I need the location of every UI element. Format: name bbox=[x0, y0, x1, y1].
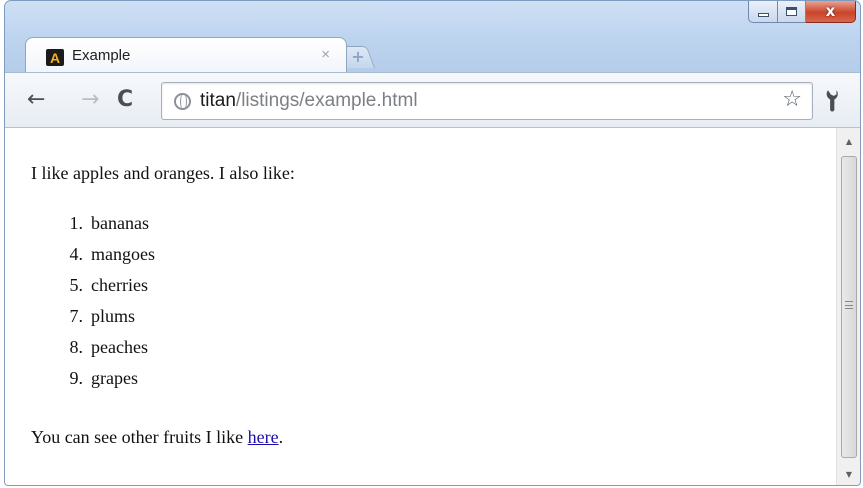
list-number: 1. bbox=[69, 213, 84, 233]
list-item: 1. bananas bbox=[31, 213, 155, 244]
browser-window: x + A Example × ← → C titan/listings/exa… bbox=[4, 0, 861, 486]
list-label: cherries bbox=[91, 275, 148, 295]
minimize-button[interactable] bbox=[748, 1, 778, 23]
close-icon: x bbox=[825, 2, 836, 20]
url-text[interactable]: titan/listings/example.html bbox=[200, 90, 418, 112]
page-content: I like apples and oranges. I also like: … bbox=[5, 128, 836, 485]
browser-toolbar: ← → C titan/listings/example.html ☆ bbox=[5, 72, 860, 128]
tab-title: Example bbox=[72, 47, 131, 64]
plus-icon: + bbox=[351, 46, 365, 66]
tab-close-icon[interactable]: × bbox=[321, 46, 330, 63]
list-label: mangoes bbox=[91, 244, 155, 264]
list-item: 4. mangoes bbox=[31, 244, 155, 275]
here-link[interactable]: here bbox=[248, 427, 279, 447]
list-number: 7. bbox=[69, 306, 84, 326]
grip-icon bbox=[845, 301, 853, 309]
forward-button[interactable]: → bbox=[81, 89, 99, 111]
list-label: grapes bbox=[91, 368, 138, 388]
list-item: 7. plums bbox=[31, 306, 155, 337]
list-label: bananas bbox=[91, 213, 149, 233]
url-path: /listings/example.html bbox=[235, 90, 418, 111]
list-number: 4. bbox=[69, 244, 84, 264]
list-item: 9. grapes bbox=[31, 368, 155, 399]
minimize-icon bbox=[757, 12, 769, 17]
list-item: 8. peaches bbox=[31, 337, 155, 368]
scroll-down-arrow-icon[interactable]: ▼ bbox=[837, 465, 860, 483]
fruit-list: 1. bananas 4. mangoes 5. cherries 7. plu… bbox=[31, 213, 155, 399]
outro-suffix: . bbox=[278, 427, 284, 447]
globe-icon bbox=[174, 93, 191, 110]
bookmark-star-icon[interactable]: ☆ bbox=[782, 89, 802, 111]
list-item: 5. cherries bbox=[31, 275, 155, 306]
list-number: 9. bbox=[69, 368, 84, 388]
list-label: plums bbox=[91, 306, 136, 326]
favicon-icon: A bbox=[46, 49, 64, 66]
scrollbar-thumb[interactable] bbox=[841, 156, 857, 458]
address-bar[interactable]: titan/listings/example.html ☆ bbox=[161, 82, 813, 120]
maximize-button[interactable] bbox=[778, 1, 806, 23]
list-number: 8. bbox=[69, 337, 84, 357]
vertical-scrollbar[interactable]: ▲ ▼ bbox=[836, 128, 860, 485]
outro-prefix: You can see other fruits I like bbox=[31, 427, 248, 447]
intro-text: I like apples and oranges. I also like: bbox=[31, 163, 295, 183]
close-window-button[interactable]: x bbox=[806, 1, 856, 23]
list-number: 5. bbox=[69, 275, 84, 295]
scroll-up-arrow-icon[interactable]: ▲ bbox=[837, 132, 860, 150]
window-controls: x bbox=[748, 1, 856, 23]
favicon-letter: A bbox=[49, 49, 61, 66]
wrench-icon[interactable] bbox=[817, 83, 852, 118]
maximize-icon bbox=[786, 7, 797, 16]
tab-example[interactable]: A Example × bbox=[25, 37, 347, 73]
list-label: peaches bbox=[91, 337, 148, 357]
outro-text: You can see other fruits I like here. bbox=[31, 427, 283, 448]
url-host: titan bbox=[200, 90, 236, 111]
back-button[interactable]: ← bbox=[27, 89, 45, 111]
wrench-svg bbox=[826, 90, 838, 112]
reload-button[interactable]: C bbox=[117, 89, 133, 111]
